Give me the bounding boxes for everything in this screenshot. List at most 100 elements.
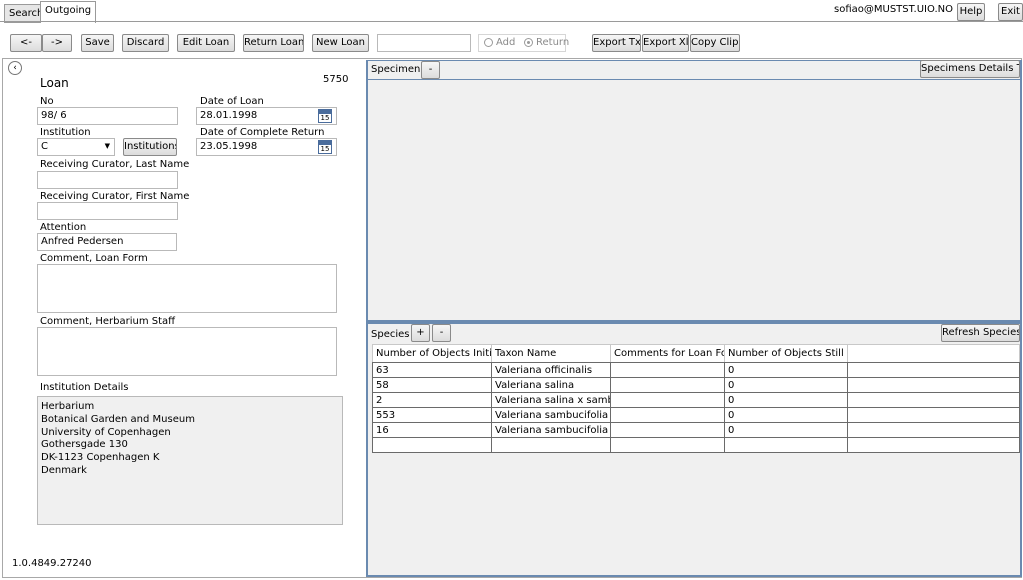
table-header-row: Number of Objects Initially Taxon Name C… (372, 344, 1020, 363)
institution-details-line: University of Copenhagen (41, 426, 171, 438)
table-cell[interactable] (847, 422, 1020, 438)
species-add-button[interactable]: + (411, 324, 430, 342)
species-table: Number of Objects Initially Taxon Name C… (372, 344, 1020, 453)
specimen-label: Specimen (371, 64, 421, 75)
table-row[interactable] (372, 437, 1020, 453)
table-cell[interactable]: Valeriana salina x sambucif. (491, 392, 611, 408)
loan-title: Loan (40, 76, 69, 90)
return-radio-label: Return (536, 37, 570, 48)
institution-details-box: Herbarium Botanical Garden and Museum Un… (37, 396, 343, 525)
institution-details-line: DK-1123 Copenhagen K (41, 452, 160, 464)
refresh-species-button[interactable]: Refresh Species (941, 324, 1020, 342)
new-loan-button[interactable]: New Loan (312, 34, 369, 52)
discard-button[interactable]: Discard (122, 34, 169, 52)
table-cell[interactable] (610, 437, 725, 453)
column-header[interactable]: Taxon Name (491, 344, 611, 363)
table-row[interactable]: 2 Valeriana salina x sambucif. 0 (372, 392, 1020, 408)
forward-button[interactable]: -> (42, 34, 72, 52)
return-radio[interactable] (524, 38, 533, 47)
collapse-chevron-icon[interactable]: ‹ (8, 61, 22, 75)
table-cell[interactable] (491, 437, 611, 453)
table-cell[interactable] (847, 377, 1020, 393)
no-label: No (40, 96, 54, 107)
institution-label: Institution (40, 127, 91, 138)
edit-loan-button[interactable]: Edit Loan (177, 34, 235, 52)
table-cell[interactable] (847, 362, 1020, 378)
copy-clipboard-button[interactable]: Copy Clip. (690, 34, 740, 52)
dropdown-arrow-icon: ▼ (104, 142, 110, 150)
institution-details-line: Gothersgade 130 (41, 439, 128, 451)
species-remove-button[interactable]: - (432, 324, 451, 342)
table-cell[interactable] (724, 437, 848, 453)
tab-outgoing[interactable]: Outgoing (40, 1, 97, 23)
institution-details-label: Institution Details (40, 382, 129, 393)
column-header[interactable]: Comments for Loan Form (610, 344, 725, 363)
specimen-panel (366, 60, 1022, 322)
column-header[interactable]: Number of Objects Initially (372, 344, 492, 363)
table-cell[interactable]: 0 (724, 392, 848, 408)
table-row[interactable]: 63 Valeriana officinalis 0 (372, 362, 1020, 378)
help-button[interactable]: Help (957, 3, 985, 21)
specimens-details-txt-button[interactable]: Specimens Details Txt (920, 60, 1020, 78)
user-name: sofiao@MUSTST.UIO.NO (834, 4, 953, 15)
table-row[interactable]: 16 Valeriana sambucifolia div. 0 (372, 422, 1020, 438)
table-cell[interactable] (610, 392, 725, 408)
table-cell[interactable]: 0 (724, 377, 848, 393)
curator-first-name-label: Receiving Curator, First Name (40, 191, 190, 202)
table-cell[interactable]: 553 (372, 407, 492, 423)
institution-details-line: Denmark (41, 464, 87, 476)
table-cell[interactable] (610, 422, 725, 438)
table-cell[interactable] (847, 437, 1020, 453)
comment-staff-field[interactable] (37, 327, 337, 376)
date-of-loan-calendar-icon[interactable]: 15 (318, 109, 332, 123)
exit-button[interactable]: Exit (998, 3, 1023, 21)
date-complete-return-calendar-icon[interactable]: 15 (318, 140, 332, 154)
loan-id: 5750 (323, 74, 349, 85)
table-cell[interactable]: Valeriana sambucifolia (491, 407, 611, 423)
column-header[interactable]: Number of Objects Still Out (724, 344, 848, 363)
table-cell[interactable] (610, 377, 725, 393)
back-button[interactable]: <- (10, 34, 42, 52)
table-cell[interactable]: Valeriana officinalis (491, 362, 611, 378)
institutions-button[interactable]: Institutions (123, 138, 177, 156)
comment-staff-label: Comment, Herbarium Staff (40, 316, 176, 327)
table-cell[interactable]: Valeriana salina (491, 377, 611, 393)
table-cell[interactable]: 0 (724, 422, 848, 438)
table-cell[interactable]: 0 (724, 362, 848, 378)
attention-field[interactable]: Anfred Pedersen (37, 233, 177, 251)
tab-strip-divider (0, 21, 1023, 22)
date-of-loan-field[interactable]: 28.01.1998 (196, 107, 337, 125)
export-xls-button[interactable]: Export Xls (642, 34, 689, 52)
table-row[interactable]: 58 Valeriana salina 0 (372, 377, 1020, 393)
institution-details-line: Botanical Garden and Museum (41, 413, 195, 425)
attention-label: Attention (40, 222, 87, 233)
column-header[interactable] (847, 344, 1020, 363)
date-complete-return-label: Date of Complete Return (200, 127, 325, 138)
comment-loan-form-field[interactable] (37, 264, 337, 313)
table-cell[interactable]: 63 (372, 362, 492, 378)
table-cell[interactable] (610, 407, 725, 423)
curator-first-name-field[interactable] (37, 202, 178, 220)
table-cell[interactable]: Valeriana sambucifolia div. (491, 422, 611, 438)
add-radio[interactable] (484, 38, 493, 47)
specimen-remove-button[interactable]: - (421, 61, 440, 79)
table-cell[interactable] (610, 362, 725, 378)
export-txt-button[interactable]: Export Txt (592, 34, 641, 52)
table-cell[interactable] (372, 437, 492, 453)
date-complete-return-field[interactable]: 23.05.1998 (196, 138, 337, 156)
table-row[interactable]: 553 Valeriana sambucifolia 0 (372, 407, 1020, 423)
scan-input[interactable] (377, 34, 471, 52)
table-cell[interactable]: 2 (372, 392, 492, 408)
institution-select[interactable]: C ▼ (37, 138, 115, 156)
save-button[interactable]: Save (81, 34, 114, 52)
table-cell[interactable]: 0 (724, 407, 848, 423)
curator-last-name-label: Receiving Curator, Last Name (40, 159, 190, 170)
version-label: 1.0.4849.27240 (12, 558, 92, 569)
no-field[interactable]: 98/ 6 (37, 107, 178, 125)
return-loan-button[interactable]: Return Loan (243, 34, 304, 52)
table-cell[interactable]: 16 (372, 422, 492, 438)
table-cell[interactable]: 58 (372, 377, 492, 393)
curator-last-name-field[interactable] (37, 171, 178, 189)
table-cell[interactable] (847, 407, 1020, 423)
table-cell[interactable] (847, 392, 1020, 408)
